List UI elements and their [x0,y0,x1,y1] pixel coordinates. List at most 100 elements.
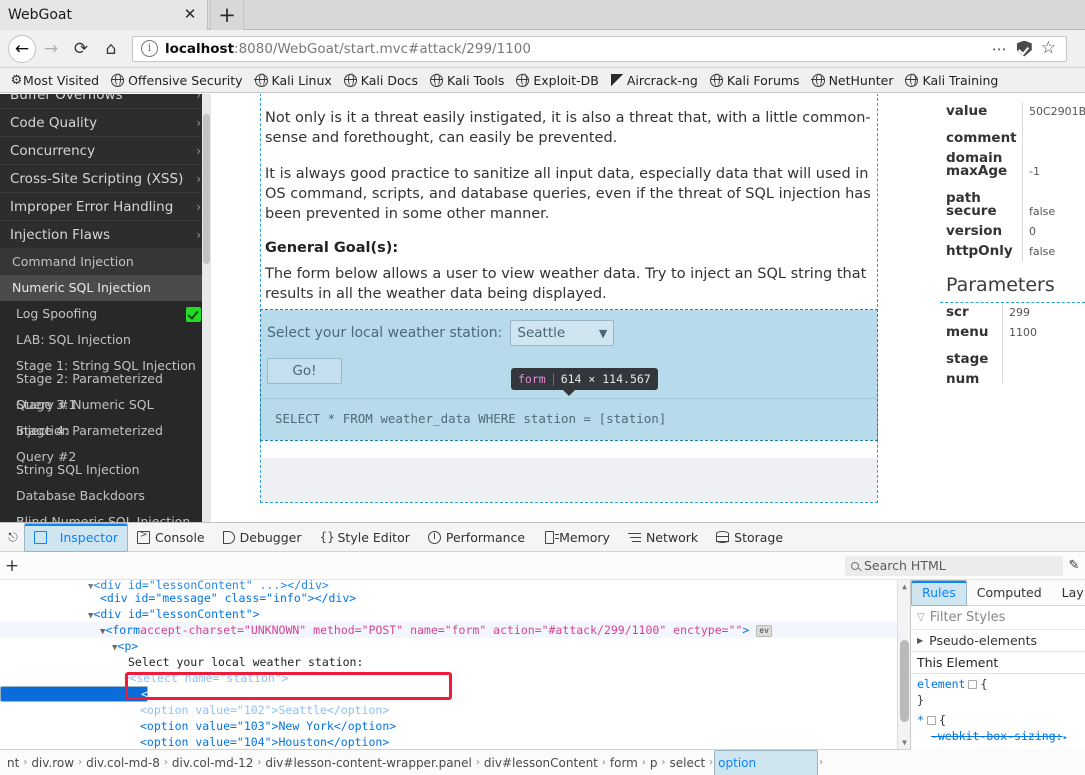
scroll-down-icon[interactable]: ▼ [898,736,910,749]
pen-icon[interactable]: ✎ [1063,558,1085,573]
tab-inspector[interactable]: Inspector [24,522,128,552]
markup-line-text-node[interactable]: Select your local weather station: [0,654,910,670]
bookmark-label: Kali Tools [447,72,505,88]
scroll-up-icon[interactable]: ▲ [898,580,910,593]
event-badge[interactable]: ev [756,624,772,637]
markup-line-option-seattle[interactable]: <option value="102">Seattle</option> [0,702,910,718]
back-arrow-icon[interactable]: ← [8,34,36,63]
tab-network[interactable]: Network [619,523,707,552]
css-rule-element[interactable]: element { } [911,674,1085,710]
breadcrumb-item[interactable]: div.col-md-8 [83,756,163,770]
bookmark-kali-forums[interactable]: Kali Forums [704,73,806,88]
tab-debugger[interactable]: Debugger [214,523,311,552]
inspector-box-icon [34,530,47,544]
element-picker-icon[interactable]: ⎋ [2,524,24,550]
markup-line-lessoncontent[interactable]: ▼<div id="lessonContent"> [0,606,910,622]
tab-computed[interactable]: Computed [967,580,1052,606]
sidebar-item-xss[interactable]: Cross-Site Scripting (XSS) › [0,165,211,193]
tab-rules[interactable]: Rules [911,580,967,606]
home-icon[interactable]: ⌂ [96,34,126,64]
info-icon[interactable]: i [141,40,158,57]
globe-icon [429,73,444,87]
url-host: localhost [165,40,235,57]
rule-checkbox[interactable] [926,716,936,725]
breadcrumb-item[interactable]: div.col-md-12 [169,756,256,770]
markup-line-selected-option[interactable]: <option value="101 or 1=1">Columbia</opt… [0,686,446,702]
breadcrumb-item[interactable]: div#lesson-content-wrapper.panel [262,756,475,770]
sidebar-item-numeric-sql-injection[interactable]: Numeric SQL Injection [0,275,211,301]
markup-tree[interactable]: ▼<div id="lessonContent" ...></div> <div… [0,580,911,749]
breadcrumb-item-selected[interactable]: option [714,750,819,775]
cookie-key: httpOnly [946,243,1013,259]
sidebar-item-concurrency[interactable]: Concurrency › [0,137,211,165]
filter-styles-input[interactable]: ▽ Filter Styles [911,606,1085,630]
markup-line-message[interactable]: <div id="message" class="info"></div> [0,590,910,606]
sidebar-item-code-quality[interactable]: Code Quality › [0,109,211,137]
markup-line-select[interactable]: ▼<select name="station"> [0,670,910,686]
tab-layout[interactable]: Lay [1052,580,1085,606]
bookmark-nethunter[interactable]: NetHunter [806,73,900,88]
css-property[interactable]: -moz-box-sizing: [931,747,1042,749]
bookmark-kali-linux[interactable]: Kali Linux [249,73,338,88]
console-icon [137,530,150,544]
close-icon[interactable]: ✕ [181,6,199,24]
add-node-icon[interactable]: + [0,556,24,576]
bookmark-aircrack-ng[interactable]: Aircrack-ng [605,73,704,88]
forward-arrow-icon[interactable]: → [36,34,66,64]
scrollbar-thumb[interactable] [203,114,210,264]
go-button[interactable]: Go! [267,358,342,384]
search-icon [851,561,859,570]
more-icon[interactable]: ⋯ [992,40,1008,58]
bookmark-most-visited[interactable]: ⚙ Most Visited [4,73,105,88]
tab-style-editor[interactable]: {} Style Editor [311,523,419,552]
sidebar-item-stage-4[interactable]: Stage 4: Parameterized Query #2 [0,423,211,464]
sidebar-item-log-spoofing[interactable]: Log Spoofing [0,301,211,327]
sidebar-scrollbar[interactable] [202,94,211,522]
markup-line-form[interactable]: ▼<formaccept-charset="UNKNOWN" method="P… [0,622,910,638]
css-property[interactable]: -webkit-box-sizing: [931,729,1063,743]
breadcrumb: nt › div.row › div.col-md-8 › div.col-md… [0,749,911,775]
markup-scrollbar[interactable]: ▲ ▼ [897,580,910,749]
pseudo-elements-toggle[interactable]: ▶ Pseudo-elements [911,630,1085,652]
new-tab-button[interactable]: + [210,0,244,30]
bookmark-kali-tools[interactable]: Kali Tools [424,73,510,88]
sidebar-item-database-backdoors[interactable]: Database Backdoors [0,483,211,509]
markup-line-p[interactable]: ▼<p> [0,638,910,654]
tab-storage[interactable]: Storage [707,523,792,552]
markup-line-cut[interactable]: ▼<div id="lessonContent" ...></div> [0,580,910,590]
bookmark-exploit-db[interactable]: Exploit-DB [510,73,604,88]
css-rule-universal[interactable]: * { -webkit-box-sizing:▸ -moz-box-sizing:… [911,710,1085,749]
station-select[interactable]: Seattle ▼ [510,320,615,346]
markup-line-option-houston[interactable]: <option value="104">Houston</option> [0,734,910,749]
rule-checkbox[interactable] [968,680,978,689]
breadcrumb-item[interactable]: form [607,756,641,770]
sidebar-item-command-injection[interactable]: Command Injection [0,249,211,275]
bookmark-star-icon[interactable]: ☆ [1041,40,1056,57]
css-value[interactable]: bor [1054,747,1075,749]
scrollbar-thumb[interactable] [900,640,909,722]
breadcrumb-item[interactable]: nt [4,756,22,770]
tab-memory[interactable]: Memory [534,523,619,552]
lesson-paragraph-3: The form below allows a user to view wea… [265,266,867,302]
sidebar-item-improper-error-handling[interactable]: Improper Error Handling › [0,193,211,221]
sidebar-item-lab-sql-injection[interactable]: LAB: SQL Injection [0,327,211,353]
sidebar-item-buffer-overflows[interactable]: Buffer Overflows › [0,94,211,109]
sidebar-item-injection-flaws[interactable]: Injection Flaws › [0,221,211,249]
shield-icon[interactable] [1016,40,1032,57]
bookmark-kali-docs[interactable]: Kali Docs [338,73,424,88]
markup-line-option-newyork[interactable]: <option value="103">New York</option> [0,718,910,734]
search-html-input[interactable]: Search HTML [845,555,1063,576]
markup-line-text: <select name="station"> [129,671,289,685]
address-bar[interactable]: i localhost:8080/WebGoat/start.mvc#attac… [132,35,1067,62]
breadcrumb-item[interactable]: div.row [28,756,77,770]
tab-performance[interactable]: Performance [419,523,534,552]
breadcrumb-item[interactable]: div#lessonContent [481,756,601,770]
tab-console[interactable]: Console [128,523,214,552]
bookmark-kali-training[interactable]: Kali Training [899,73,1004,88]
reload-icon[interactable]: ⟳ [66,34,96,64]
breadcrumb-item[interactable]: p [647,756,661,770]
browser-tab-webgoat[interactable]: WebGoat ✕ [0,0,208,30]
sidebar-item-blind-numeric-sql-injection[interactable]: Blind Numeric SQL Injection [0,509,211,522]
breadcrumb-item[interactable]: select [667,756,709,770]
bookmark-offensive-security[interactable]: Offensive Security [105,73,248,88]
